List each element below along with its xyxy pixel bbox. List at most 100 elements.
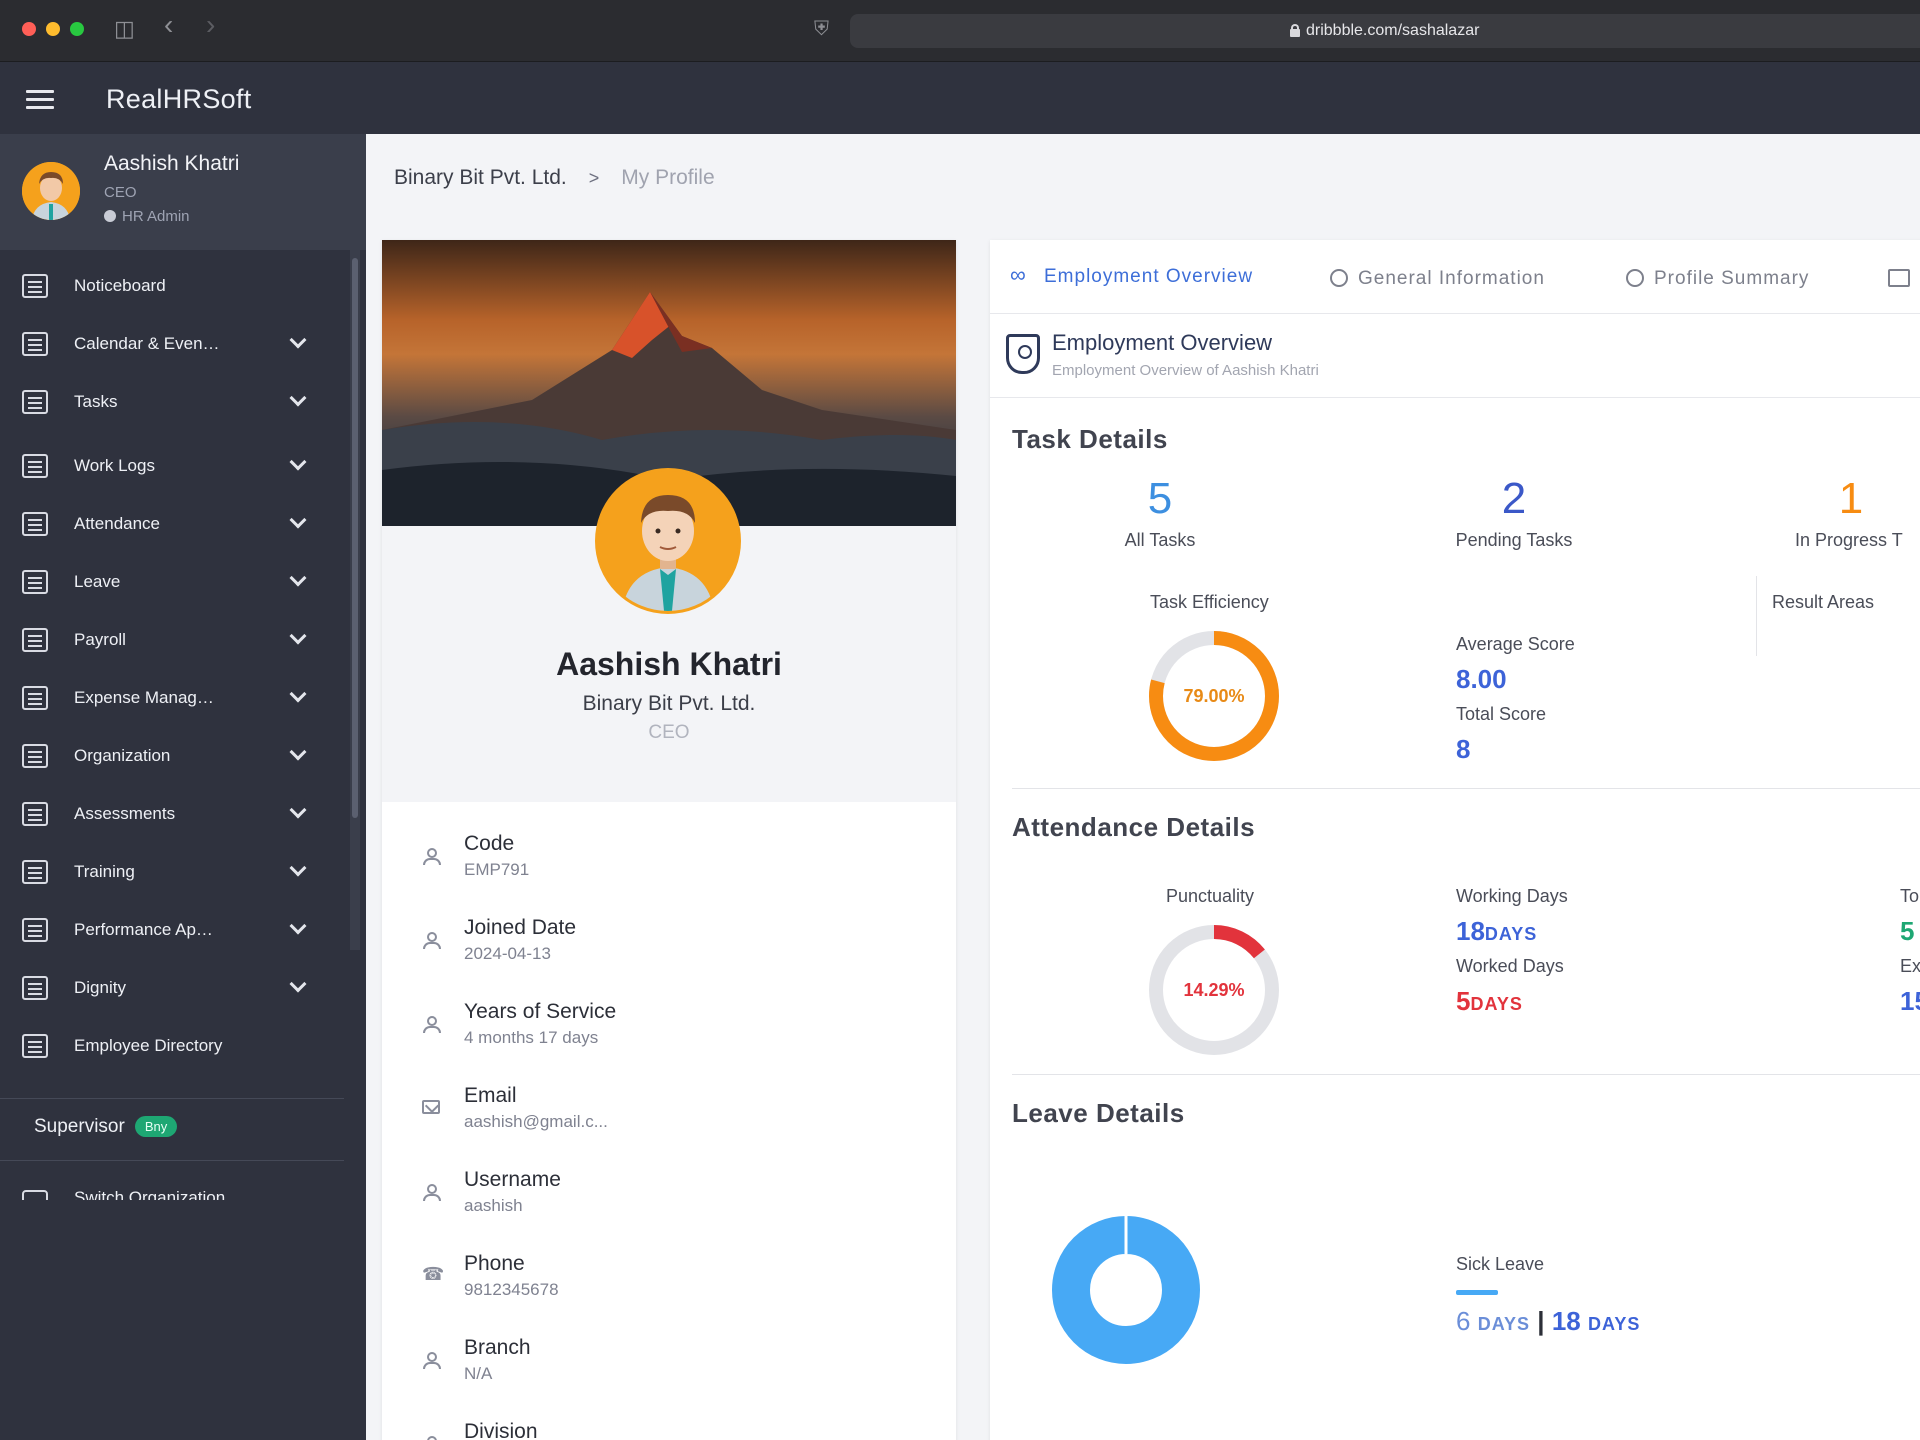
- hamburger-menu-icon[interactable]: [26, 90, 54, 110]
- profile-detail-row: Years of Service 4 months 17 days: [418, 998, 918, 1058]
- profile-detail-label: Branch: [464, 1336, 531, 1359]
- chevron-down-icon[interactable]: [289, 627, 307, 645]
- globe-icon: [1626, 269, 1644, 287]
- days-unit: DAYS: [1477, 1314, 1531, 1334]
- chevron-down-icon[interactable]: [289, 801, 307, 819]
- forward-arrow-icon[interactable]: ›: [206, 11, 215, 39]
- supervisor-item[interactable]: Supervisor Bny: [34, 1116, 178, 1138]
- sidebar-user-admin: HR Admin: [104, 208, 190, 225]
- infinity-icon: ∞: [1010, 262, 1027, 287]
- sidebar-item-1[interactable]: Calendar & Even…: [0, 322, 350, 366]
- sidebar-item-label: Work Logs: [74, 456, 155, 475]
- person-icon: [422, 1436, 440, 1440]
- info-icon: [1330, 269, 1348, 287]
- back-arrow-icon[interactable]: ‹: [164, 11, 173, 39]
- image-icon: [1888, 269, 1910, 287]
- sidebar-item-12[interactable]: Dignity: [0, 966, 350, 1010]
- sidebar-item-3[interactable]: Work Logs: [0, 444, 350, 488]
- close-window-button[interactable]: [22, 22, 36, 36]
- sidebar-profile[interactable]: Aashish Khatri CEO HR Admin: [0, 134, 366, 250]
- profile-detail-row: Phone 9812345678: [418, 1250, 918, 1310]
- sidebar-item-11[interactable]: Performance Ap…: [0, 908, 350, 952]
- chevron-down-icon[interactable]: [289, 331, 307, 349]
- profile-detail-row: Branch N/A: [418, 1334, 918, 1394]
- breadcrumb-company[interactable]: Binary Bit Pvt. Ltd.: [394, 166, 567, 189]
- privacy-shield-icon[interactable]: ⛨: [814, 16, 829, 42]
- switch-organization-icon: [22, 1190, 48, 1200]
- payroll-icon: [22, 628, 48, 652]
- leave-separator: |: [1537, 1306, 1545, 1336]
- sidebar-item-4[interactable]: Attendance: [0, 502, 350, 546]
- person-icon: [422, 1352, 441, 1369]
- section-divider: [1012, 1074, 1920, 1075]
- switch-organization-label: Switch Organization: [74, 1188, 226, 1200]
- profile-detail-row: Code EMP791: [418, 830, 918, 890]
- worked-days-value: 5DAYS: [1456, 986, 1523, 1017]
- chevron-down-icon[interactable]: [289, 389, 307, 407]
- chevron-down-icon[interactable]: [289, 917, 307, 935]
- tab-general-information[interactable]: General Information: [1330, 266, 1545, 290]
- sidebar-divider: [0, 1098, 344, 1099]
- tab-documents[interactable]: [1888, 266, 1920, 290]
- tab-employment-overview[interactable]: ∞ Employment Overview: [1010, 262, 1254, 288]
- days-unit: DAYS: [1587, 1314, 1641, 1334]
- sidebar-item-2[interactable]: Tasks: [0, 380, 350, 424]
- sidebar-item-6[interactable]: Payroll: [0, 618, 350, 662]
- sidebar-scroll-thumb[interactable]: [352, 258, 358, 818]
- admin-label: HR Admin: [122, 208, 190, 225]
- leave-details-title: Leave Details: [1012, 1098, 1185, 1128]
- lock-icon: [1290, 24, 1300, 37]
- attendance-details-title: Attendance Details: [1012, 812, 1256, 842]
- tasks-icon: [22, 390, 48, 414]
- chevron-down-icon[interactable]: [289, 453, 307, 471]
- person-icon: [422, 932, 441, 949]
- profile-detail-value: 2024-04-13: [464, 944, 551, 963]
- chevron-down-icon[interactable]: [289, 685, 307, 703]
- section-divider: [1012, 788, 1920, 789]
- address-bar[interactable]: dribbble.com/sashalazar: [850, 14, 1920, 48]
- sidebar-item-13[interactable]: Employee Directory: [0, 1024, 350, 1068]
- shield-user-icon: [1006, 334, 1040, 374]
- profile-detail-value: 9812345678: [464, 1280, 559, 1299]
- main-content: Binary Bit Pvt. Ltd. > My Profile Aashis…: [366, 134, 1920, 1440]
- tab-profile-summary[interactable]: Profile Summary: [1626, 266, 1809, 290]
- chevron-down-icon[interactable]: [289, 569, 307, 587]
- sidebar-item-8[interactable]: Organization: [0, 734, 350, 778]
- zoom-window-button[interactable]: [70, 22, 84, 36]
- fingerprint-icon: [22, 512, 48, 536]
- sidebar-item-label: Dignity: [74, 978, 126, 997]
- sidebar-item-label: Performance Ap…: [74, 920, 213, 939]
- sidebar-toggle-icon[interactable]: ◫: [114, 16, 135, 42]
- dignity-icon: [22, 976, 48, 1000]
- chevron-down-icon[interactable]: [289, 975, 307, 993]
- all-tasks-label: All Tasks: [1124, 530, 1196, 550]
- person-icon: [422, 848, 441, 865]
- sidebar-item-5[interactable]: Leave: [0, 560, 350, 604]
- sidebar-item-7[interactable]: Expense Manag…: [0, 676, 350, 720]
- in-progress-label: In Progress T: [1795, 530, 1903, 550]
- sidebar-item-label: Payroll: [74, 630, 126, 649]
- sidebar-item-label: Assessments: [74, 804, 176, 823]
- total-days-value: 5: [1900, 916, 1915, 946]
- chevron-down-icon[interactable]: [289, 859, 307, 877]
- profile-detail-label: Division: [464, 1420, 538, 1440]
- sidebar: Aashish Khatri CEO HR Admin Noticeboard C…: [0, 134, 366, 1440]
- in-progress-count[interactable]: 1: [1751, 474, 1920, 524]
- tab-label: Employment Overview: [1044, 266, 1254, 287]
- sidebar-item-9[interactable]: Assessments: [0, 792, 350, 836]
- switch-organization-item[interactable]: Switch Organization: [22, 1186, 322, 1200]
- sidebar-scrollbar[interactable]: [350, 250, 360, 950]
- chevron-down-icon[interactable]: [289, 511, 307, 529]
- sidebar-item-label: Expense Manag…: [74, 688, 214, 707]
- sidebar-item-10[interactable]: Training: [0, 850, 350, 894]
- all-tasks-count[interactable]: 5: [1040, 474, 1280, 524]
- minimize-window-button[interactable]: [46, 22, 60, 36]
- sidebar-item-0[interactable]: Noticeboard: [0, 264, 350, 308]
- total-score-label: Total Score: [1456, 704, 1547, 724]
- vertical-divider: [1756, 576, 1757, 656]
- profile-role: CEO: [648, 722, 690, 743]
- profile-detail-label: Email: [464, 1084, 517, 1107]
- average-score-value: 8.00: [1456, 664, 1507, 694]
- pending-tasks-count[interactable]: 2: [1394, 474, 1634, 524]
- chevron-down-icon[interactable]: [289, 743, 307, 761]
